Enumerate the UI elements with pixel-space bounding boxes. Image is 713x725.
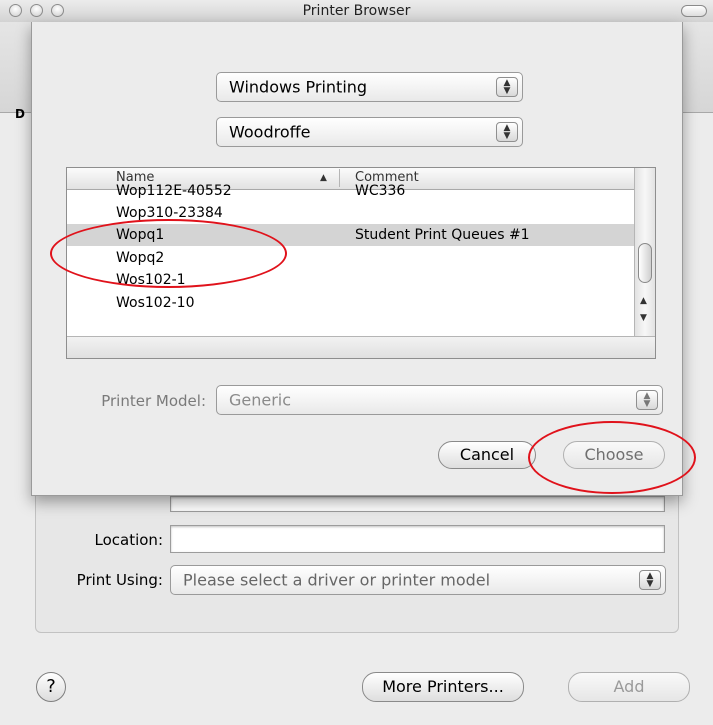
- toolbar-tab-label-fragment[interactable]: D: [15, 107, 25, 121]
- workgroup-chevron-icon: ▲ ▼: [496, 122, 518, 142]
- printer-model-label: Printer Model:: [101, 392, 206, 410]
- cancel-button[interactable]: Cancel: [438, 441, 536, 469]
- list-row-selected[interactable]: Wopq1 Student Print Queues #1: [67, 224, 635, 246]
- workgroup-value: Woodroffe: [229, 122, 311, 142]
- list-vertical-scrollbar[interactable]: ▲ ▼: [634, 168, 655, 338]
- help-button[interactable]: ?: [36, 672, 66, 702]
- list-row[interactable]: Wop310-23384: [67, 202, 635, 224]
- window-title: Printer Browser: [302, 3, 411, 19]
- printer-model-popup[interactable]: Generic ▲ ▼: [216, 385, 663, 415]
- name-field[interactable]: [170, 496, 665, 512]
- window-titlebar: Printer Browser: [0, 0, 713, 23]
- printer-model-value: Generic: [229, 390, 292, 410]
- printer-model-chevron-icon: ▲ ▼: [636, 390, 658, 410]
- scroll-down-arrow-icon[interactable]: ▼: [640, 313, 647, 323]
- toolbar-toggle-button[interactable]: [681, 5, 707, 17]
- printer-browser-sheet: Windows Printing ▲ ▼ Woodroffe ▲ ▼ Name ▲ …: [31, 22, 683, 496]
- print-using-label: Print Using:: [76, 571, 163, 589]
- list-row[interactable]: Wos102-10: [67, 292, 635, 314]
- print-using-chevron-icon: ▲ ▼: [639, 570, 661, 590]
- list-row[interactable]: Wop112E-40552 WC336: [67, 180, 635, 202]
- list-footer-strip: [67, 336, 655, 358]
- location-label: Location:: [94, 531, 164, 549]
- print-using-popup[interactable]: Please select a driver or printer model …: [170, 565, 666, 595]
- printer-list[interactable]: Name ▲ Comment Wop112E-40552 WC336 Wop31…: [66, 167, 656, 359]
- scroll-thumb[interactable]: [638, 243, 652, 283]
- add-button[interactable]: Add: [568, 672, 690, 702]
- choose-button[interactable]: Choose: [563, 441, 665, 469]
- connection-chevron-icon: ▲ ▼: [496, 77, 518, 97]
- connection-type-value: Windows Printing: [229, 77, 368, 97]
- scroll-up-arrow-icon[interactable]: ▲: [640, 296, 647, 306]
- connection-type-popup[interactable]: Windows Printing ▲ ▼: [216, 72, 523, 102]
- list-row[interactable]: Wos102-1: [67, 269, 635, 291]
- more-printers-button[interactable]: More Printers...: [362, 672, 524, 702]
- print-using-value: Please select a driver or printer model: [183, 570, 491, 590]
- workgroup-popup[interactable]: Woodroffe ▲ ▼: [216, 117, 523, 147]
- list-row[interactable]: Wopq2: [67, 247, 635, 269]
- location-field[interactable]: [170, 525, 665, 553]
